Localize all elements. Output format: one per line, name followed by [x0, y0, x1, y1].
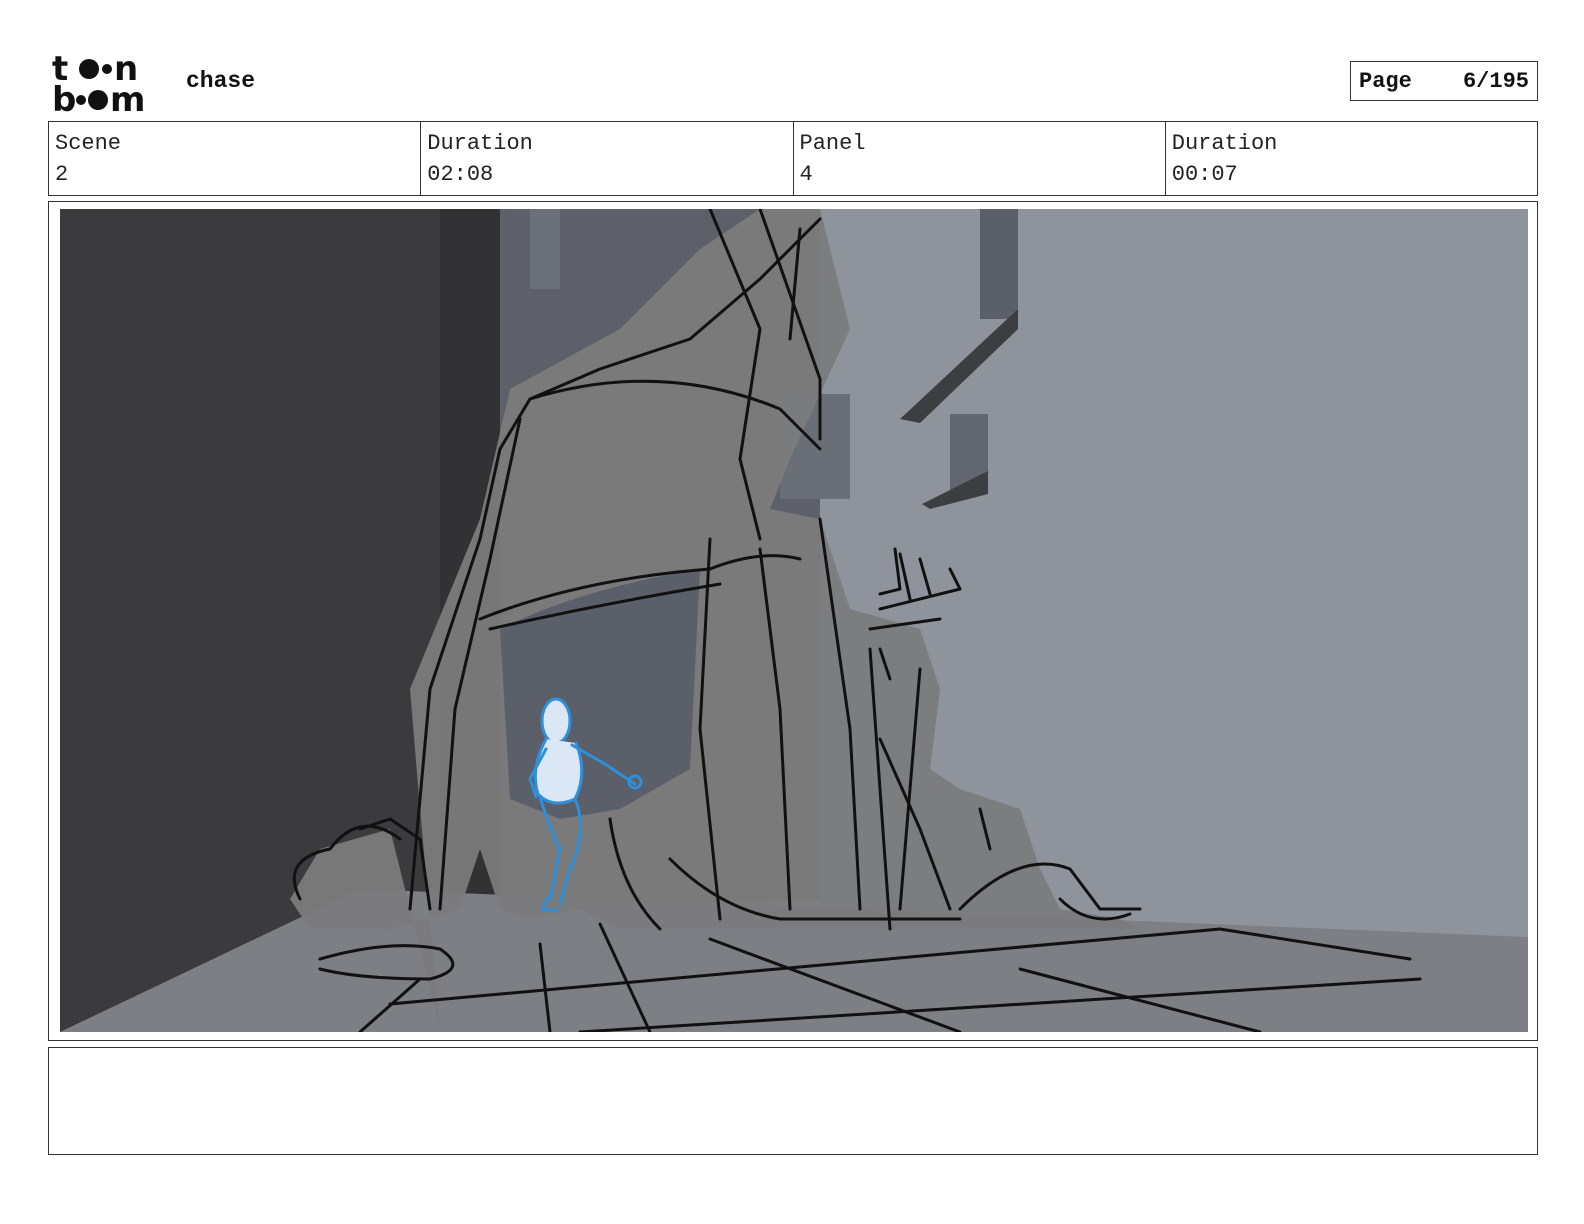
scene-label: Scene	[55, 131, 122, 156]
panel-cell: Panel 4	[794, 122, 1166, 195]
panel-value: 4	[799, 162, 813, 187]
panel-label: Panel	[799, 131, 866, 156]
panel-info-table: Scene 2 Duration 02:08 Panel 4 Duration …	[48, 121, 1538, 196]
panel-duration-label: Duration	[1171, 131, 1278, 156]
svg-text:b: b	[52, 80, 76, 114]
scene-duration-value: 02:08	[427, 162, 494, 187]
panel-frame	[48, 201, 1538, 1041]
page-number: 6/195	[1462, 68, 1529, 94]
panel-duration-value: 00:07	[1171, 162, 1238, 187]
scene-cell: Scene 2	[49, 122, 422, 195]
svg-text:m: m	[110, 80, 145, 114]
panel-image	[60, 209, 1528, 1032]
panel-duration-cell: Duration 00:07	[1166, 122, 1537, 195]
scene-duration-label: Duration	[427, 131, 533, 156]
page-indicator: Page 6/195	[1350, 61, 1538, 101]
scene-value: 2	[55, 162, 69, 187]
toon-boom-logo: t n b m	[52, 49, 164, 120]
document-title: chase	[186, 68, 256, 94]
panel-notes-box[interactable]	[48, 1047, 1538, 1155]
page-label: Page	[1359, 68, 1412, 94]
scene-duration-cell: Duration 02:08	[421, 122, 794, 195]
